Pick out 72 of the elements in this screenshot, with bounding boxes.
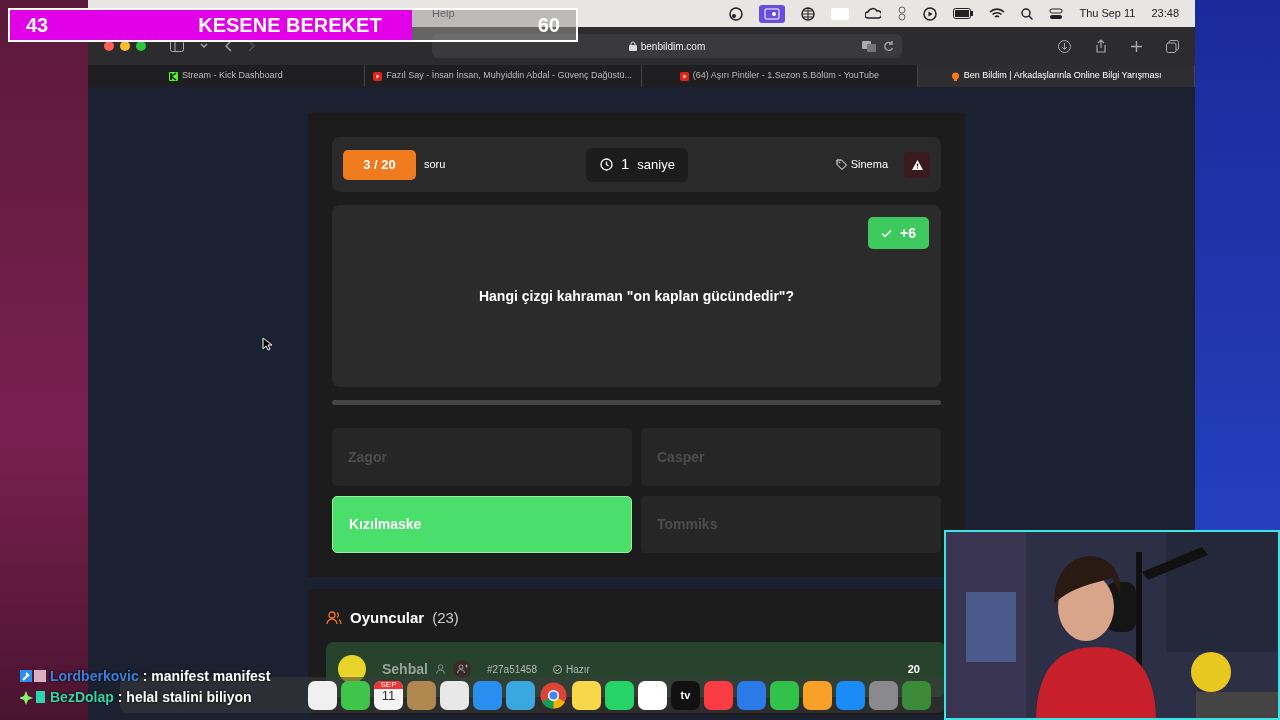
app-icon[interactable] [572,680,601,710]
browser-tab[interactable]: Ben Bildim | Arkadaşlarınla Online Bilgi Yarışması [918,65,1195,87]
new-tab-icon[interactable] [1131,40,1142,52]
avatar-icon [338,655,366,683]
user-icon [435,664,445,674]
app-icon[interactable] [638,680,667,710]
control-center-icon[interactable] [1049,7,1064,20]
reload-icon[interactable] [883,40,894,52]
points-badge: +6 [868,217,929,249]
menubar-date: Thu Sep 11 [1079,6,1136,22]
timer-unit: saniye [637,155,675,174]
status-icon[interactable] [729,6,744,21]
add-user-icon[interactable] [452,660,471,678]
calendar-icon[interactable]: SEP 11 [374,680,403,710]
battery-icon[interactable] [953,8,974,19]
search-icon[interactable] [1021,7,1034,20]
browser-tab[interactable]: Stream - Kick Dashboard [88,65,365,87]
clock-icon [599,158,613,171]
app-icon[interactable] [341,680,370,710]
menubar-time: 23:48 [1151,6,1179,22]
report-button[interactable] [904,151,930,178]
check-icon [881,228,892,238]
video-play-icon [373,71,383,81]
lock-icon [628,41,637,51]
score-text: 43 [26,13,49,38]
app-icon[interactable] [605,680,634,710]
app-icon[interactable] [308,680,337,710]
counter-label: soru [424,157,446,173]
tag-icon [835,159,847,170]
browser-tab[interactable]: Fazıl Say - İnsan İnsan, Muhyiddin Abdal - Güvenç Dağüstü... [364,65,642,87]
app-icon[interactable] [440,680,469,710]
question-counter: 3 / 20 [343,149,416,180]
play-icon[interactable] [923,6,938,21]
wifi-icon[interactable] [989,7,1006,20]
grid-icon[interactable] [801,6,816,21]
cloud-icon[interactable] [865,6,882,21]
chevron-down-icon[interactable] [200,43,208,49]
download-icon[interactable] [1058,39,1071,53]
browser-app-icon[interactable] [539,680,568,710]
cursor-icon [262,337,272,351]
hammer-badge-icon [20,669,46,684]
chat-username: BezDolap [50,688,114,707]
screen-share-icon[interactable] [759,4,786,23]
players-count: (23) [432,608,459,628]
app-icon[interactable] [803,680,832,710]
player-name: Sehbal [382,659,428,679]
tabs-overview-icon[interactable] [1166,39,1179,53]
overlay-title: KESENE BEREKET [198,13,382,38]
kick-logo-icon [169,71,179,81]
warning-icon [911,159,923,170]
address-text: benbildim.com [640,39,706,54]
address-bar[interactable]: benbildim.com [432,34,902,58]
chat-message: : manifest manifest [142,667,271,686]
share-icon[interactable] [1095,39,1107,53]
player-score: 20 [907,661,920,677]
diamond-badge-icon [20,690,46,705]
sidebar-icon[interactable] [170,40,184,52]
timer-value: 1 [620,154,630,175]
players-title: Oyuncular [350,608,425,628]
chat-message: : helal stalini biliyon [117,688,252,707]
player-id: #27a51458 [486,662,537,677]
users-icon [326,611,342,626]
question-text: Hangi çizgi kahraman "on kaplan gücündedir"? [478,286,795,306]
category-label: Sinema [850,157,888,173]
window-controls-icon[interactable] [104,41,146,51]
player-status: Hazır [565,662,590,677]
check-circle-icon [552,664,562,674]
bulb-icon [950,71,960,81]
video-play-icon [679,71,689,81]
tv-app-icon[interactable]: tv [671,680,700,710]
chat-username: Lordberkovic [50,667,139,686]
translate-icon[interactable] [862,40,876,52]
